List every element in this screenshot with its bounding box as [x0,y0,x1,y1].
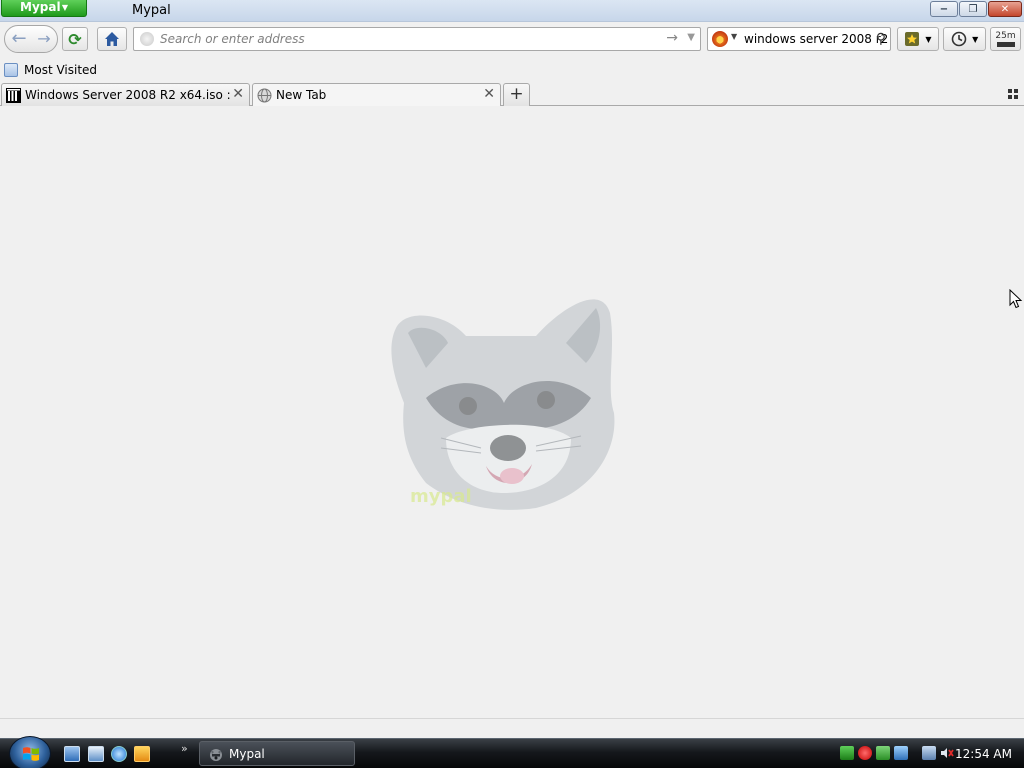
search-bar[interactable]: ▼ windows server 2008 r2 ⚲ [707,27,891,51]
security-alert-icon[interactable] [858,746,872,760]
timer-button[interactable]: 25m [990,27,1021,51]
history-menu-button[interactable]: ▼ [943,27,986,51]
bookmarks-toolbar: Most Visited [0,58,1024,82]
bookmark-label: Most Visited [24,63,98,77]
site-identity-icon[interactable] [140,32,154,46]
close-tab-icon[interactable]: ✕ [483,86,495,102]
clock-icon [951,31,967,47]
network-sharing-icon[interactable] [876,746,890,760]
internet-explorer-icon[interactable] [111,746,127,762]
tab-windows-server[interactable]: Windows Server 2008 R2 x64.iso : Micr...… [1,83,250,106]
home-icon [105,32,119,46]
chevron-down-icon: ▼ [972,34,979,44]
globe-icon [257,88,272,103]
new-tab-page: mypal [0,106,1024,718]
minimize-button[interactable]: − [930,1,958,17]
tab-label: Windows Server 2008 R2 x64.iso : Micr... [25,88,233,102]
timer-bar-icon [996,41,1015,47]
archive-site-icon [6,88,21,103]
forward-button[interactable]: → [34,27,54,51]
clock[interactable]: 12:54 AM [955,747,1012,761]
home-button[interactable] [97,27,127,51]
taskbar: » Mypal 12:54 AM [0,736,1024,768]
close-button[interactable]: ✕ [988,1,1022,17]
folder-icon [4,63,18,77]
mypal-app-icon [210,749,222,761]
status-bar [0,718,1024,738]
app-menu-button[interactable]: Mypal ▼ [1,0,87,17]
tray-app-icon[interactable] [840,746,854,760]
search-input[interactable]: windows server 2008 r2 [744,32,888,46]
navigation-toolbar: ← → ⟳ → ▼ ▼ windows server 2008 r2 ⚲ ▼ ▼… [0,22,1024,56]
network-icon[interactable] [922,746,936,760]
start-button[interactable] [9,736,51,768]
quicklaunch-more-button[interactable]: » [181,742,188,755]
bookmark-most-visited[interactable]: Most Visited [4,61,97,79]
windows-logo-icon [23,747,39,761]
svg-text:mypal: mypal [410,486,472,507]
taskbar-item-label: Mypal [229,747,265,761]
bookmarks-menu-button[interactable]: ▼ [897,27,939,51]
switch-windows-icon[interactable] [88,746,104,762]
search-engine-dropdown-icon[interactable]: ▼ [731,32,737,41]
volume-muted-icon[interactable] [940,746,954,760]
raccoon-logo: mypal [391,299,615,510]
timer-label: 25m [995,30,1016,41]
window-title: Mypal [132,3,171,18]
tab-strip: Windows Server 2008 R2 x64.iso : Micr...… [0,82,1024,107]
tab-label: New Tab [276,88,327,102]
new-tab-button[interactable]: + [503,83,530,106]
go-arrow-icon[interactable]: → [666,30,678,46]
system-tray: 12:54 AM [836,741,1024,767]
title-bar: Mypal ▼ Mypal − ❐ ✕ [0,0,1024,22]
history-dropdown-icon[interactable]: ▼ [687,32,695,43]
search-icon[interactable]: ⚲ [876,31,886,47]
media-player-icon[interactable] [134,746,150,762]
chevron-down-icon: ▼ [925,34,932,44]
list-all-tabs-icon[interactable] [1008,89,1018,99]
back-button[interactable]: ← [7,27,31,51]
search-engine-icon[interactable] [712,31,728,47]
close-tab-icon[interactable]: ✕ [232,86,244,102]
chevron-down-icon: ▼ [61,3,68,12]
bookmark-star-icon [905,32,920,46]
show-desktop-icon[interactable] [64,746,80,762]
caption-buttons: − ❐ ✕ [930,1,1022,17]
reload-button[interactable]: ⟳ [62,27,88,51]
mouse-pointer-icon [1009,289,1023,309]
back-forward-group: ← → [4,25,58,53]
address-bar[interactable]: → ▼ [133,27,701,51]
address-input[interactable] [160,30,660,48]
taskbar-item-mypal[interactable]: Mypal [199,741,355,766]
app-menu-label: Mypal [20,0,61,14]
devices-icon[interactable] [894,746,908,760]
restore-button[interactable]: ❐ [959,1,987,17]
tab-new-tab[interactable]: New Tab ✕ [252,83,501,107]
